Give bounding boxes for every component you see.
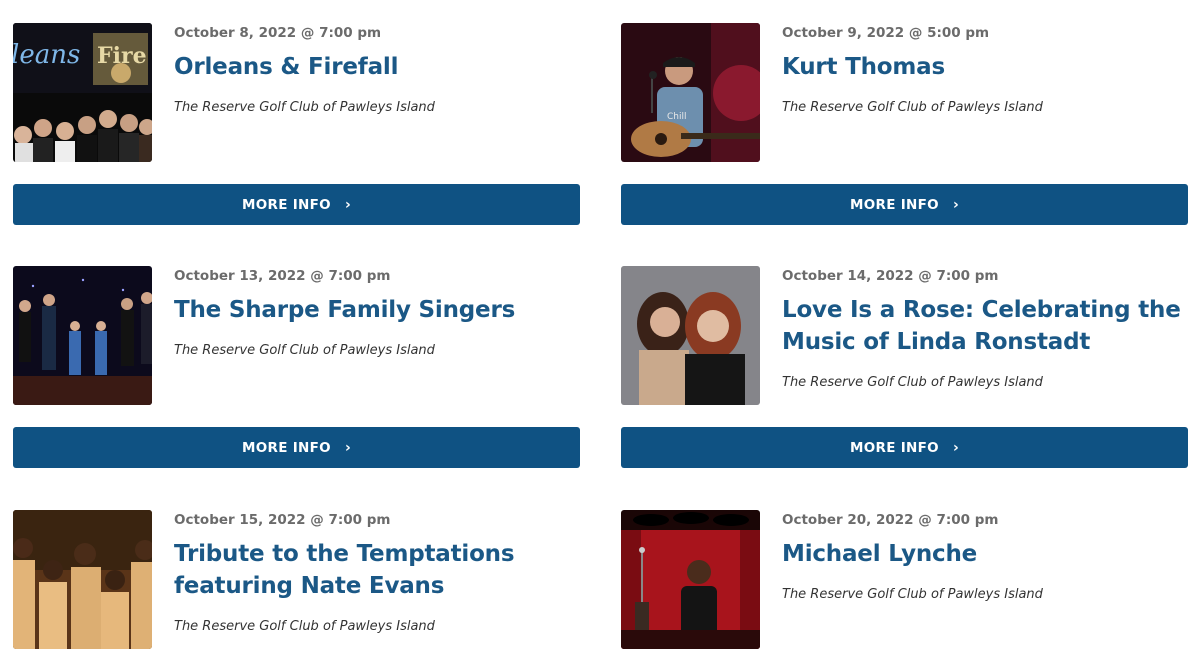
singer-red-curtain-photo — [621, 510, 760, 649]
event-title[interactable]: Michael Lynche — [782, 538, 1187, 570]
singer-with-guitar-photo: Chill — [621, 23, 760, 162]
event-thumbnail[interactable] — [621, 510, 760, 649]
event-info: October 14, 2022 @ 7:00 pm Love Is a Ros… — [782, 266, 1187, 392]
event-venue: The Reserve Golf Club of Pawleys Island — [782, 100, 1043, 115]
event-title[interactable]: The Sharpe Family Singers — [174, 294, 579, 326]
event-venue: The Reserve Golf Club of Pawleys Island — [174, 100, 435, 115]
chevron-right-icon: › — [952, 439, 960, 456]
event-info: October 9, 2022 @ 5:00 pm Kurt Thomas Th… — [782, 23, 1187, 117]
more-info-button[interactable]: MORE INFO › — [13, 184, 580, 225]
family-singers-stage-photo — [13, 266, 152, 405]
svg-text:Chill: Chill — [667, 112, 687, 122]
event-info: October 15, 2022 @ 7:00 pm Tribute to th… — [174, 510, 579, 636]
event-venue: The Reserve Golf Club of Pawleys Island — [174, 343, 435, 358]
event-title[interactable]: Orleans & Firefall — [174, 51, 579, 83]
event-info: October 13, 2022 @ 7:00 pm The Sharpe Fa… — [174, 266, 579, 360]
chevron-right-icon: › — [344, 439, 352, 456]
more-info-button[interactable]: MORE INFO › — [621, 427, 1188, 468]
svg-text:leans: leans — [13, 40, 80, 70]
more-info-label: MORE INFO — [241, 439, 331, 456]
event-date: October 15, 2022 @ 7:00 pm — [174, 512, 391, 528]
event-venue: The Reserve Golf Club of Pawleys Island — [174, 619, 435, 634]
more-info-label: MORE INFO — [241, 196, 331, 213]
event-date: October 9, 2022 @ 5:00 pm — [782, 25, 990, 41]
event-info: October 8, 2022 @ 7:00 pm Orleans & Fire… — [174, 23, 579, 117]
event-thumbnail[interactable]: leans Fire — [13, 23, 152, 162]
event-thumbnail[interactable] — [13, 510, 152, 649]
event-date: October 20, 2022 @ 7:00 pm — [782, 512, 999, 528]
event-venue: The Reserve Golf Club of Pawleys Island — [782, 375, 1043, 390]
event-title[interactable]: Tribute to the Temptations featuring Nat… — [174, 538, 579, 602]
event-thumbnail[interactable] — [621, 266, 760, 405]
event-thumbnail[interactable]: Chill — [621, 23, 760, 162]
two-women-portrait-photo — [621, 266, 760, 405]
chevron-right-icon: › — [952, 196, 960, 213]
event-date: October 14, 2022 @ 7:00 pm — [782, 268, 999, 284]
event-title[interactable]: Love Is a Rose: Celebrating the Music of… — [782, 294, 1187, 358]
group-in-tan-suits-photo — [13, 510, 152, 649]
event-info: October 20, 2022 @ 7:00 pm Michael Lynch… — [782, 510, 1187, 604]
event-venue: The Reserve Golf Club of Pawleys Island — [782, 587, 1043, 602]
event-title[interactable]: Kurt Thomas — [782, 51, 1187, 83]
event-thumbnail[interactable] — [13, 266, 152, 405]
more-info-button[interactable]: MORE INFO › — [621, 184, 1188, 225]
band-photo-orleans-firefall: leans Fire — [13, 23, 152, 162]
event-date: October 8, 2022 @ 7:00 pm — [174, 25, 382, 41]
more-info-button[interactable]: MORE INFO › — [13, 427, 580, 468]
chevron-right-icon: › — [344, 196, 352, 213]
more-info-label: MORE INFO — [849, 196, 939, 213]
event-date: October 13, 2022 @ 7:00 pm — [174, 268, 391, 284]
more-info-label: MORE INFO — [849, 439, 939, 456]
